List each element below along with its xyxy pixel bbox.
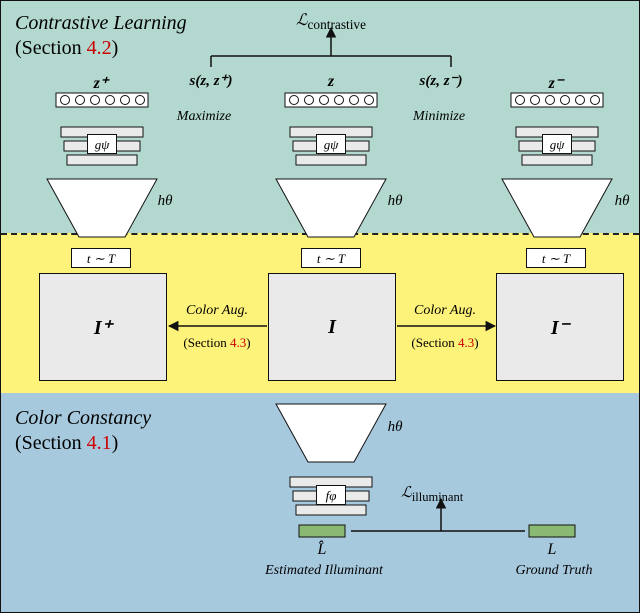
loss-illuminant-label: ℒilluminant [401, 483, 501, 505]
minimize-label: Minimize [394, 109, 484, 125]
section-number: 4.2 [87, 37, 112, 59]
g-psi-left: gψ [87, 134, 117, 154]
title-color-constancy: Color Constancy (Section 4.1) [15, 406, 151, 456]
loss-sub: illuminant [412, 490, 463, 504]
title-cc-section: (Section 4.1) [15, 431, 151, 456]
color-aug-right-label: Color Aug. [399, 303, 491, 319]
h-theta-left: hθ [149, 193, 181, 210]
loss-contrastive-label: ℒcontrastive [281, 10, 381, 33]
title-contrastive-text: Contrastive Learning [15, 11, 187, 36]
title-contrastive: Contrastive Learning (Section 4.2) [15, 11, 187, 61]
g-psi-mid: gψ [316, 134, 346, 154]
section-number: 4.1 [87, 432, 112, 454]
maximize-label: Maximize [159, 109, 249, 125]
h-theta-bottom: hθ [379, 419, 411, 436]
z-plus-label: z⁺ [71, 73, 131, 93]
section-suffix: ) [474, 335, 478, 350]
ground-truth-text: Ground Truth [499, 563, 609, 579]
h-theta-right: hθ [606, 193, 638, 210]
z-minus-label: z⁻ [526, 73, 586, 93]
L-hat-label: L̂ [297, 541, 347, 559]
color-aug-left-label: Color Aug. [171, 303, 263, 319]
t-sample-mid: t ∼ T [301, 248, 361, 268]
t-sample-right: t ∼ T [526, 248, 586, 268]
f-phi-box: fφ [316, 485, 346, 505]
section-suffix: ) [112, 37, 119, 59]
diagram-canvas: Contrastive Learning (Section 4.2) Color… [0, 0, 640, 613]
section-prefix: (Section [15, 432, 87, 454]
section-suffix: ) [246, 335, 250, 350]
loss-L-symbol: ℒ [401, 485, 412, 501]
section-number: 4.3 [458, 335, 474, 350]
color-aug-left-section: (Section 4.3) [171, 335, 263, 351]
section-prefix: (Section [15, 37, 87, 59]
title-cc-text: Color Constancy [15, 406, 151, 431]
image-I: I [268, 273, 396, 381]
h-theta-mid: hθ [379, 193, 411, 210]
estimated-illuminant-text: Estimated Illuminant [249, 563, 399, 579]
color-aug-right-section: (Section 4.3) [399, 335, 491, 351]
section-prefix: (Section [411, 335, 458, 350]
s-pos-label: s(z, z⁺) [171, 71, 251, 90]
t-sample-left: t ∼ T [71, 248, 131, 268]
loss-sub: contrastive [308, 17, 366, 32]
s-neg-label: s(z, z⁻) [401, 71, 481, 90]
section-number: 4.3 [230, 335, 246, 350]
L-gt-label: L [527, 541, 577, 559]
image-I-plus: I⁺ [39, 273, 167, 381]
section-prefix: (Section [183, 335, 230, 350]
loss-L-symbol: ℒ [296, 12, 308, 29]
image-I-minus: I⁻ [496, 273, 624, 381]
z-label: z [301, 73, 361, 91]
section-suffix: ) [112, 432, 119, 454]
title-contrastive-section: (Section 4.2) [15, 36, 187, 61]
g-psi-right: gψ [542, 134, 572, 154]
